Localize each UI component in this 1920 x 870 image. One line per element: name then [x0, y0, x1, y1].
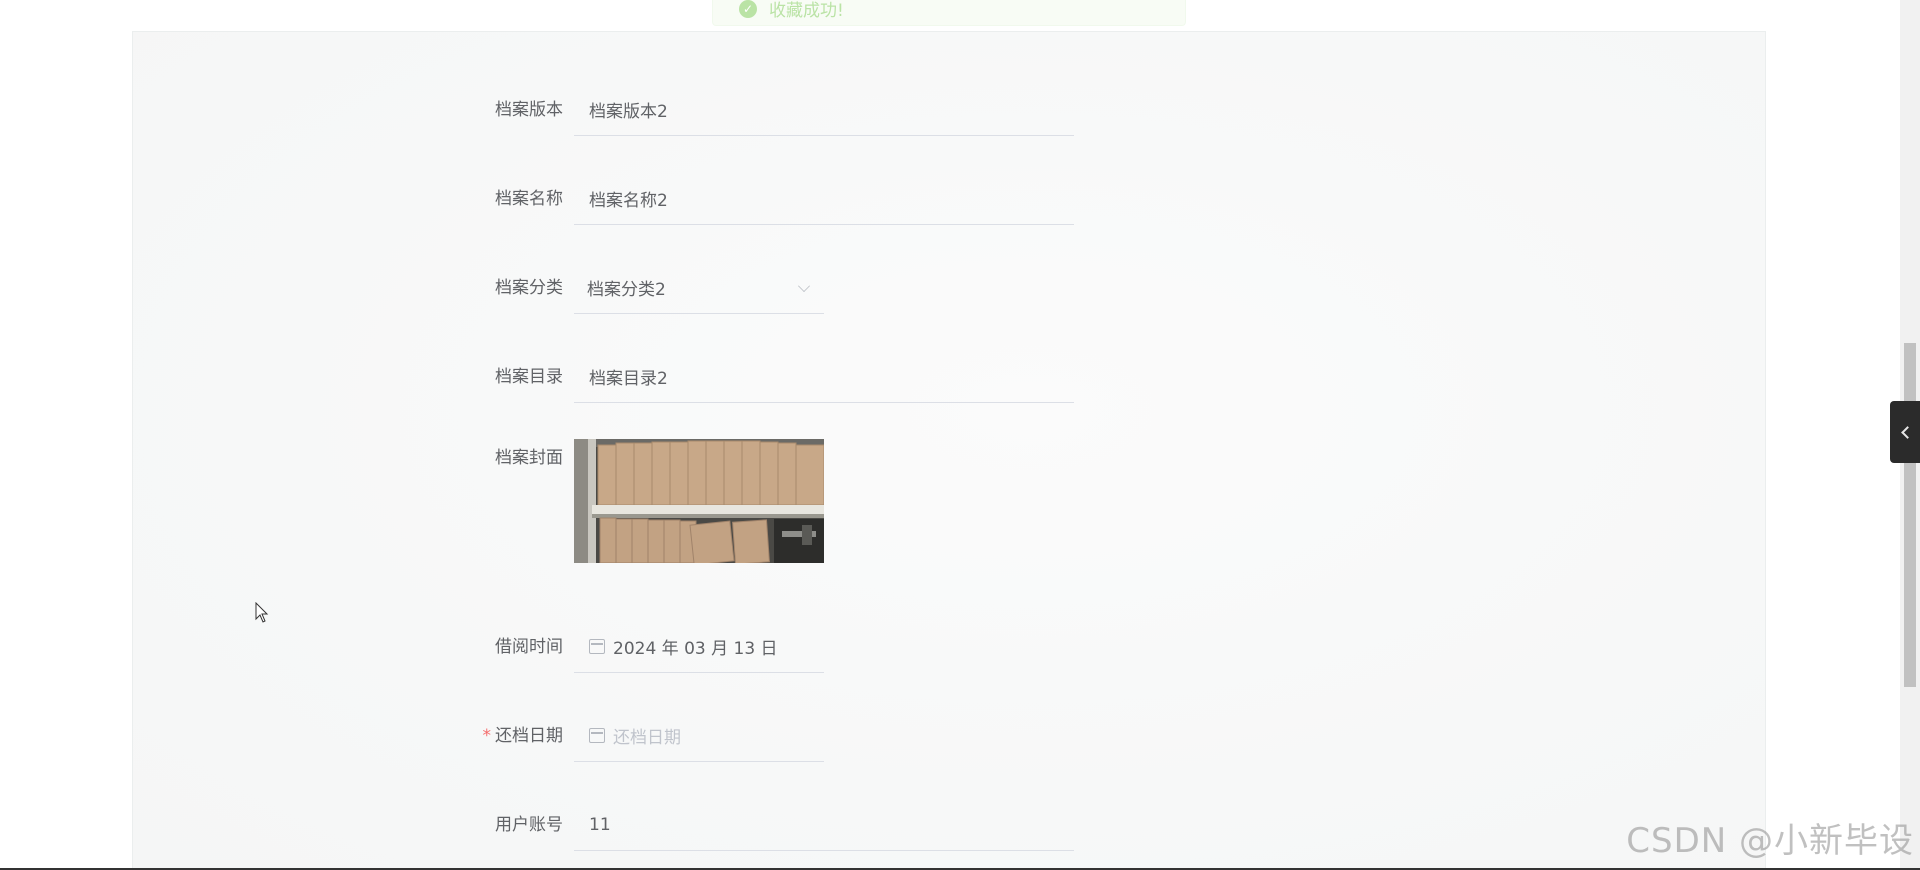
form-row-name: 档案名称 档案名称2 — [133, 173, 1767, 225]
form-row-category: 档案分类 档案分类2 — [133, 262, 1767, 314]
detail-form: 档案版本 档案版本2 档案名称 档案名称2 档案分类 档案分类2 档案目录 档案… — [132, 31, 1766, 870]
user-account-label: 用户账号 — [495, 815, 563, 835]
page: ✓ 收藏成功! 档案版本 档案版本2 档案名称 档案名称2 档案分类 档案分类2 — [0, 0, 1920, 870]
category-value: 档案分类2 — [587, 280, 666, 300]
return-date-picker[interactable]: 还档日期 — [574, 710, 824, 762]
name-input[interactable]: 档案名称2 — [574, 173, 1074, 225]
scrollbar-thumb[interactable] — [1904, 343, 1916, 687]
name-label: 档案名称 — [495, 189, 563, 209]
borrow-time-value: 2024 年 03 月 13 日 — [613, 639, 778, 659]
chevron-left-icon — [1900, 425, 1914, 439]
archive-shelf-image — [574, 439, 824, 563]
cover-image[interactable] — [574, 439, 824, 563]
cover-label: 档案封面 — [495, 448, 563, 468]
return-date-label: * 还档日期 — [423, 710, 564, 762]
catalog-input[interactable]: 档案目录2 — [574, 351, 1074, 403]
form-row-borrow-time: 借阅时间 2024 年 03 月 13 日 — [133, 621, 1767, 673]
chevron-down-icon — [798, 280, 810, 292]
success-toast: ✓ 收藏成功! — [712, 0, 1186, 26]
form-row-user-account: 用户账号 11 — [133, 799, 1767, 851]
category-label: 档案分类 — [495, 278, 563, 298]
form-row-cover: 档案封面 — [133, 440, 1767, 492]
user-account-value: 11 — [589, 814, 611, 835]
return-date-label-text: 还档日期 — [495, 726, 563, 746]
toast-message: 收藏成功! — [769, 1, 844, 21]
mouse-cursor-icon — [255, 602, 269, 623]
catalog-value: 档案目录2 — [589, 369, 668, 389]
calendar-icon — [589, 728, 605, 743]
form-row-catalog: 档案目录 档案目录2 — [133, 351, 1767, 403]
form-row-return-date: * 还档日期 还档日期 — [133, 710, 1767, 762]
name-value: 档案名称2 — [589, 191, 668, 211]
borrow-time-label: 借阅时间 — [495, 637, 563, 657]
catalog-label: 档案目录 — [495, 367, 563, 387]
borrow-time-picker[interactable]: 2024 年 03 月 13 日 — [574, 621, 824, 673]
side-panel-toggle[interactable] — [1890, 401, 1920, 463]
category-select[interactable]: 档案分类2 — [574, 262, 824, 314]
check-circle-icon: ✓ — [739, 0, 757, 18]
version-input[interactable]: 档案版本2 — [574, 84, 1074, 136]
user-account-input[interactable]: 11 — [574, 799, 1074, 851]
return-date-placeholder: 还档日期 — [613, 728, 681, 748]
calendar-icon — [589, 639, 605, 654]
form-row-version: 档案版本 档案版本2 — [133, 84, 1767, 136]
watermark: CSDN @小新毕设 — [1626, 821, 1914, 861]
version-value: 档案版本2 — [589, 102, 668, 122]
version-label: 档案版本 — [495, 100, 563, 120]
required-mark: * — [482, 726, 492, 746]
